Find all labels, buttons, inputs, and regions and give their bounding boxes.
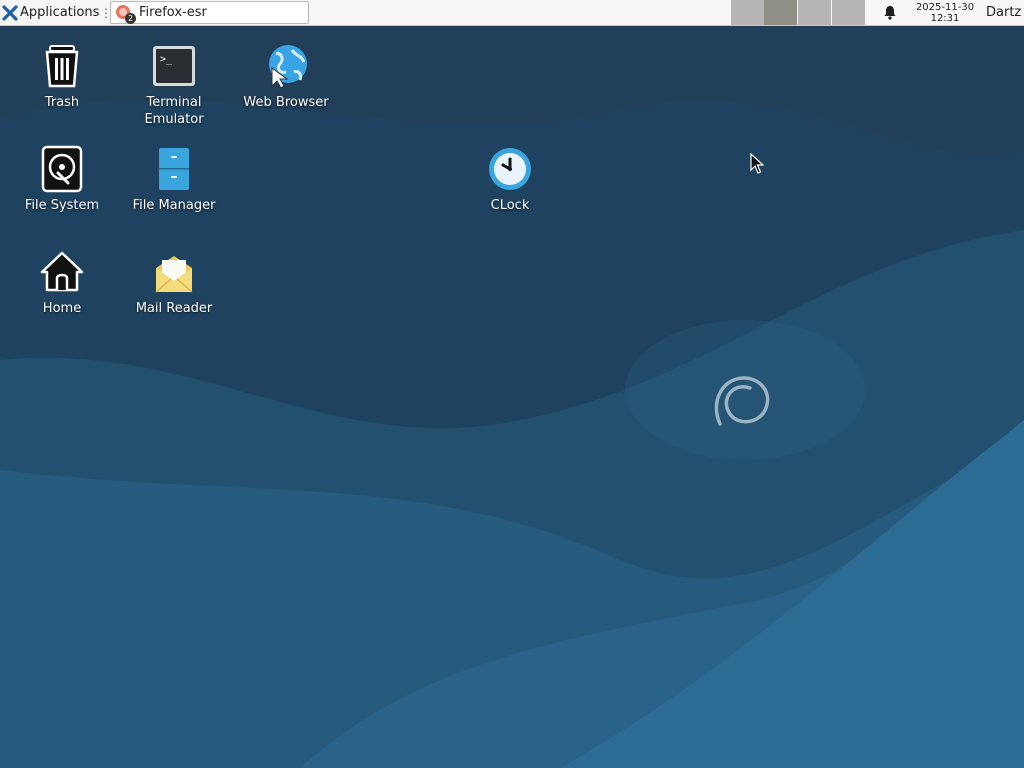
desktop-icon-label: File Manager (132, 198, 216, 213)
desktop-icon-web-browser[interactable]: Web Browser (234, 42, 338, 111)
notification-bell-icon[interactable] (876, 0, 904, 25)
firefox-icon: 2 (115, 4, 136, 24)
taskbar-window-title: Firefox-esr (139, 5, 207, 20)
home-icon (40, 251, 84, 292)
applications-menu-button[interactable]: Applications (0, 0, 104, 25)
workspace-4[interactable] (832, 0, 865, 25)
desktop-icon-home[interactable]: Home (10, 248, 114, 317)
desktop-icon-file-manager[interactable]: File Manager (122, 145, 226, 214)
desktop-icon-label: Mail Reader (135, 301, 213, 316)
desktop-icon-file-system[interactable]: File System (10, 145, 114, 214)
user-menu[interactable]: Dartz (986, 0, 1024, 25)
desktop-icon-clock[interactable]: CLock (458, 145, 562, 214)
desktop-icon-mail-reader[interactable]: Mail Reader (122, 248, 226, 317)
mail-envelope-icon (155, 256, 193, 293)
clock-icon (489, 148, 531, 190)
desktop-icon-label: Trash (44, 95, 80, 110)
top-panel: Applications ⋮ 2 Firefox-esr 2025-11-30 … (0, 0, 1024, 26)
clock-date: 2025-11-30 (915, 1, 975, 13)
desktop-icon-label: Home (42, 301, 82, 316)
panel-clock[interactable]: 2025-11-30 12:31 (908, 0, 982, 25)
clock-time: 12:31 (930, 12, 960, 24)
taskbar-firefox-button[interactable]: 2 Firefox-esr (110, 1, 309, 24)
desktop-icon-label: CLock (490, 198, 530, 213)
window-count-badge: 2 (125, 12, 136, 24)
desktop-icon-label: Web Browser (243, 95, 329, 110)
applications-label: Applications (20, 5, 100, 20)
xfce-logo-icon (2, 4, 18, 21)
workspace-2-active[interactable] (764, 0, 797, 25)
mouse-pointer-icon (750, 153, 764, 174)
svg-text:>_: >_ (160, 54, 173, 65)
desktop-icon-terminal-emulator[interactable]: >_ Terminal Emulator (122, 42, 226, 128)
workspace-1[interactable] (731, 0, 764, 25)
file-cabinet-icon (159, 148, 189, 190)
trash-icon (45, 45, 79, 88)
terminal-icon: >_ (153, 46, 195, 86)
panel-separator: ⋮ (100, 5, 112, 20)
desktop-icon-label: File System (24, 198, 100, 213)
desktop-icon-trash[interactable]: Trash (10, 42, 114, 111)
desktop-icon-label: Terminal Emulator (144, 95, 204, 127)
web-browser-globe-icon (269, 45, 307, 89)
hard-drive-icon (41, 145, 83, 193)
workspace-3[interactable] (798, 0, 831, 25)
